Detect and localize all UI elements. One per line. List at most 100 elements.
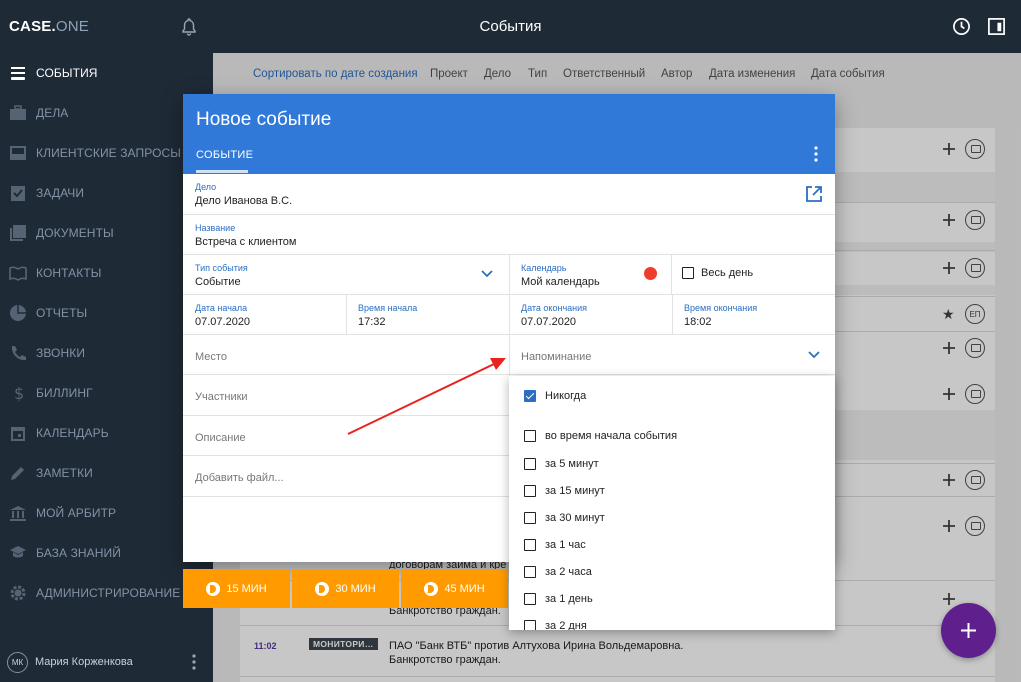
quick-button-label: 15 МИН (226, 582, 267, 595)
clock-icon[interactable] (952, 17, 971, 36)
chevron-down-icon[interactable] (481, 270, 493, 278)
quick-30-min-button[interactable]: 30 МИН (292, 569, 399, 608)
end-date-field[interactable]: Дата окончания 07.07.2020 (509, 295, 672, 335)
sidebar: СОБЫТИЯ ДЕЛА КЛИЕНТСКИЕ ЗАПРОСЫ ЗАДАЧИ Д… (0, 53, 213, 682)
sidebar-item-label: ЗАДАЧИ (36, 186, 85, 200)
sidebar-item-label: СОБЫТИЯ (36, 66, 98, 80)
name-value: Встреча с клиентом (195, 236, 297, 248)
sidebar-item-label: БИЛЛИНГ (36, 386, 93, 400)
reminder-option-label: за 1 час (545, 539, 586, 551)
all-day-checkbox[interactable] (682, 267, 694, 279)
sidebar-item-events[interactable]: СОБЫТИЯ (0, 53, 213, 93)
quick-button-label: 30 МИН (335, 582, 376, 595)
reminder-select[interactable]: Напоминание (509, 335, 835, 375)
gear-icon (10, 585, 26, 601)
open-external-icon[interactable] (805, 185, 823, 203)
quick-45-min-button[interactable]: 45 МИН (401, 569, 508, 608)
reminder-placeholder: Напоминание (521, 351, 592, 363)
sidebar-item-reports[interactable]: ОТЧЕТЫ (0, 293, 213, 333)
user-profile[interactable]: МК Мария Корженкова (0, 642, 213, 682)
participants-field[interactable]: Участники (183, 375, 509, 416)
reminder-checkbox[interactable] (524, 485, 536, 497)
reminder-checkbox[interactable] (524, 620, 536, 630)
sidebar-item-documents[interactable]: ДОКУМЕНТЫ (0, 213, 213, 253)
phone-icon (11, 346, 26, 361)
sidebar-item-contacts[interactable]: КОНТАКТЫ (0, 253, 213, 293)
more-vertical-icon[interactable] (814, 146, 818, 162)
quick-15-min-button[interactable]: 15 МИН (183, 569, 290, 608)
reminder-dropdown: Никогда во время начала события за 5 мин… (509, 376, 835, 630)
timer-icon (315, 581, 330, 596)
sidebar-item-calls[interactable]: ЗВОНКИ (0, 333, 213, 373)
svg-text:$: $ (14, 384, 24, 402)
sidebar-item-knowledge-base[interactable]: БАЗА ЗНАНИЙ (0, 533, 213, 573)
sidebar-item-label: ЗВОНКИ (36, 346, 86, 360)
side-panel-icon[interactable] (987, 17, 1006, 36)
place-field[interactable]: Место (183, 335, 509, 375)
reminder-checkbox[interactable] (524, 512, 536, 524)
sidebar-item-my-arbitr[interactable]: МОЙ АРБИТР (0, 493, 213, 533)
sidebar-item-label: АДМИНИСТРИРОВАНИЕ (36, 586, 181, 600)
end-date-label: Дата окончания (521, 303, 588, 313)
event-type-select[interactable]: Тип события Событие (183, 255, 509, 295)
start-date-field[interactable]: Дата начала 07.07.2020 (183, 295, 346, 335)
start-time-label: Время начала (358, 303, 418, 313)
reminder-option-15-min[interactable]: за 15 минут (509, 479, 835, 505)
end-time-field[interactable]: Время окончания 18:02 (672, 295, 835, 335)
reminder-option-2-days[interactable]: за 2 дня (509, 614, 835, 630)
events-icon (11, 67, 25, 80)
reminder-checkbox[interactable] (524, 539, 536, 551)
reminder-option-at-start[interactable]: во время начала события (509, 424, 835, 450)
tab-indicator (196, 170, 248, 173)
sidebar-item-billing[interactable]: $ БИЛЛИНГ (0, 373, 213, 413)
add-file-field[interactable]: Добавить файл... (183, 456, 509, 497)
case-value: Дело Иванова В.С. (195, 195, 293, 207)
reminder-checkbox[interactable] (524, 430, 536, 442)
sidebar-item-tasks[interactable]: ЗАДАЧИ (0, 173, 213, 213)
reminder-option-never[interactable]: Никогда (509, 384, 835, 410)
sidebar-item-notes[interactable]: ЗАМЕТКИ (0, 453, 213, 493)
reminder-option-label: во время начала события (545, 430, 678, 442)
pie-chart-icon (10, 305, 26, 321)
more-vertical-icon[interactable] (192, 654, 196, 670)
start-time-field[interactable]: Время начала 17:32 (346, 295, 509, 335)
plus-icon (961, 623, 976, 638)
participants-placeholder: Участники (195, 391, 248, 403)
end-date-value: 07.07.2020 (521, 316, 577, 328)
reminder-option-1-day[interactable]: за 1 день (509, 587, 835, 613)
reminder-option-label: за 2 дня (545, 620, 587, 630)
case-field[interactable]: Дело Дело Иванова В.С. (183, 174, 835, 215)
sidebar-item-label: КАЛЕНДАРЬ (36, 426, 109, 440)
sidebar-item-label: ЗАМЕТКИ (36, 466, 93, 480)
reminder-option-label: за 30 минут (545, 512, 605, 524)
end-time-value: 18:02 (684, 316, 712, 328)
reminder-option-label: Никогда (545, 390, 587, 402)
reminder-checkbox[interactable] (524, 390, 536, 402)
dialog-title: Новое событие (196, 109, 332, 130)
event-type-label: Тип события (195, 263, 248, 273)
tab-event[interactable]: СОБЫТИЕ (196, 149, 253, 161)
name-field[interactable]: Название Встреча с клиентом (183, 215, 835, 255)
calendar-icon (11, 427, 25, 441)
reminder-option-2-hours[interactable]: за 2 часа (509, 560, 835, 586)
reminder-option-5-min[interactable]: за 5 минут (509, 452, 835, 478)
add-event-fab[interactable] (941, 603, 996, 658)
chevron-down-icon[interactable] (808, 351, 820, 359)
description-field[interactable]: Описание (183, 416, 509, 456)
reminder-checkbox[interactable] (524, 458, 536, 470)
avatar: МК (7, 651, 28, 673)
sidebar-item-label: КЛИЕНТСКИЕ ЗАПРОСЫ (36, 146, 182, 160)
start-date-label: Дата начала (195, 303, 248, 313)
reminder-option-1-hour[interactable]: за 1 час (509, 533, 835, 559)
sidebar-item-calendar[interactable]: КАЛЕНДАРЬ (0, 413, 213, 453)
sidebar-item-label: ДЕЛА (36, 106, 69, 120)
sidebar-item-administration[interactable]: АДМИНИСТРИРОВАНИЕ (0, 573, 213, 613)
reminder-checkbox[interactable] (524, 566, 536, 578)
sidebar-item-client-requests[interactable]: КЛИЕНТСКИЕ ЗАПРОСЫ (0, 133, 213, 173)
sidebar-item-cases[interactable]: ДЕЛА (0, 93, 213, 133)
reminder-option-label: за 15 минут (545, 485, 605, 497)
reminder-checkbox[interactable] (524, 593, 536, 605)
divider (671, 255, 672, 295)
reminder-option-30-min[interactable]: за 30 минут (509, 506, 835, 532)
top-app-bar: CASE.ONE События (0, 0, 1021, 53)
